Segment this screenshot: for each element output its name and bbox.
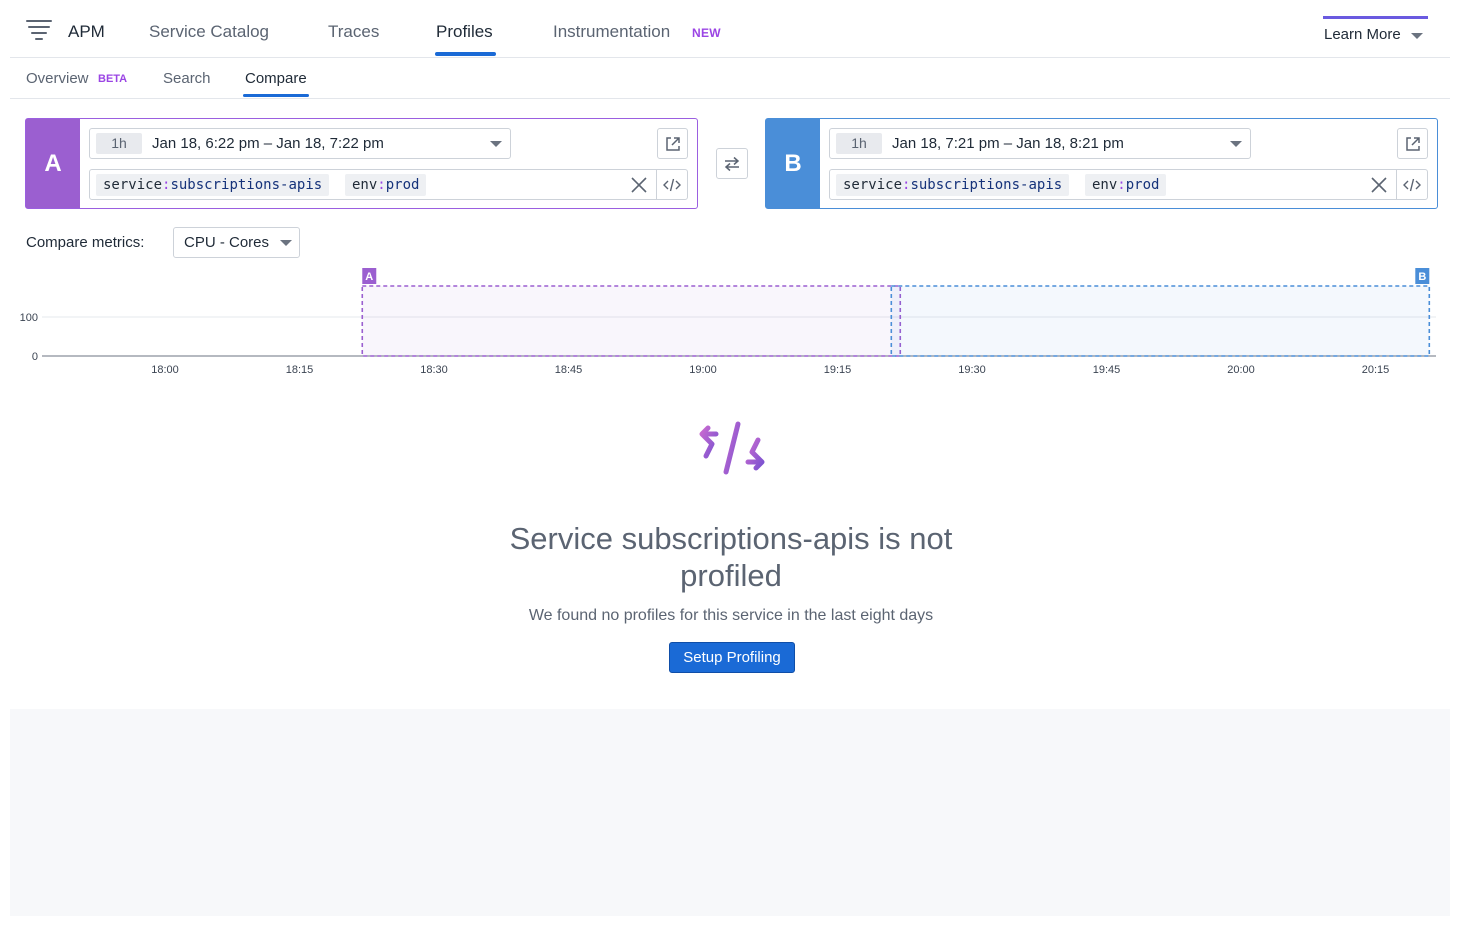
duration-chip: 1h [96, 133, 142, 154]
query-input-b[interactable]: service:subscriptions-apis env:prod [829, 169, 1428, 200]
code-icon [663, 178, 681, 191]
compare-metrics-value: CPU - Cores [184, 234, 270, 251]
code-view-button[interactable] [1397, 170, 1427, 199]
y-tick-label: 100 [20, 312, 38, 324]
selection-label: A [365, 271, 373, 283]
tag-env: env:prod [345, 174, 427, 196]
tag-service: service:subscriptions-apis [836, 174, 1070, 196]
query-a-letter: A [26, 119, 80, 208]
chevron-down-icon [1411, 33, 1423, 39]
time-range-select-b[interactable]: 1h Jan 18, 7:21 pm – Jan 18, 8:21 pm [829, 128, 1251, 159]
empty-content-area [10, 709, 1450, 916]
nav-apm[interactable]: APM [68, 22, 105, 42]
menu-icon[interactable] [26, 20, 52, 42]
x-tick-label: 19:00 [689, 364, 717, 376]
tag-value: prod [385, 177, 420, 193]
tag-sep: : [1117, 177, 1126, 193]
sub-nav: Overview BETA Search Compare [10, 58, 1450, 99]
query-input-a[interactable]: service:subscriptions-apis env:prod [89, 169, 688, 200]
code-view-button[interactable] [657, 170, 687, 199]
x-tick-label: 18:30 [420, 364, 448, 376]
tag-value: prod [1125, 177, 1160, 193]
close-icon[interactable] [1369, 175, 1389, 195]
open-external-button[interactable] [1397, 128, 1428, 159]
x-tick-label: 18:00 [151, 364, 179, 376]
nav-traces[interactable]: Traces [328, 22, 379, 42]
x-tick-label: 19:45 [1093, 364, 1121, 376]
top-nav: APM Service Catalog Traces Profiles Inst… [10, 0, 1450, 58]
timeline-chart[interactable]: 0 100 18:00 18:15 18:30 18:45 19:00 19:15 19:30 1… [0, 260, 1460, 386]
empty-state-subtitle: We found no profiles for this service in… [528, 607, 934, 624]
nav-active-indicator [435, 52, 496, 56]
tag-key: service [103, 177, 163, 193]
external-link-icon [665, 136, 680, 151]
tab-active-indicator [243, 94, 309, 97]
chevron-down-icon [490, 141, 502, 147]
time-range-text: Jan 18, 6:22 pm – Jan 18, 7:22 pm [152, 135, 384, 152]
x-tick-label: 18:45 [555, 364, 583, 376]
tab-compare[interactable]: Compare [245, 70, 307, 87]
beta-badge: BETA [98, 73, 128, 85]
compare-metrics-label: Compare metrics: [26, 234, 145, 251]
x-tick-label: 18:15 [286, 364, 314, 376]
nav-profiles[interactable]: Profiles [436, 22, 493, 42]
learn-more-label: Learn More [1324, 26, 1401, 43]
nav-instrumentation[interactable]: Instrumentation [553, 22, 670, 42]
tag-key: env [352, 177, 378, 193]
query-b-letter: B [766, 119, 820, 208]
compare-metrics-select[interactable]: CPU - Cores [173, 227, 300, 258]
y-tick-label: 0 [32, 351, 38, 363]
tag-key: env [1092, 177, 1118, 193]
swap-button[interactable] [716, 148, 748, 179]
query-panel-b: B 1h Jan 18, 7:21 pm – Jan 18, 8:21 pm s… [765, 118, 1438, 209]
x-tick-label: 19:30 [958, 364, 986, 376]
swap-icon [724, 156, 740, 171]
tab-search[interactable]: Search [163, 70, 211, 87]
tag-value: subscriptions-apis [910, 177, 1063, 193]
x-tick-label: 19:15 [824, 364, 852, 376]
tag-sep: : [377, 177, 386, 193]
query-panel-a: A 1h Jan 18, 6:22 pm – Jan 18, 7:22 pm s… [25, 118, 698, 209]
selection-b [890, 285, 1431, 357]
tag-value: subscriptions-apis [170, 177, 323, 193]
selection-label: B [1418, 271, 1426, 283]
tag-env: env:prod [1085, 174, 1167, 196]
empty-state-title: Service subscriptions-apis is not profil… [509, 521, 953, 593]
duration-chip: 1h [836, 133, 882, 154]
setup-profiling-button[interactable]: Setup Profiling [669, 642, 795, 673]
selection-a [361, 285, 902, 357]
tab-overview[interactable]: Overview [26, 70, 89, 87]
external-link-icon [1405, 136, 1420, 151]
learn-more-dropdown[interactable]: Learn More [1323, 16, 1428, 52]
close-icon[interactable] [629, 175, 649, 195]
nav-service-catalog[interactable]: Service Catalog [149, 22, 269, 42]
time-range-select-a[interactable]: 1h Jan 18, 6:22 pm – Jan 18, 7:22 pm [89, 128, 511, 159]
tag-key: service [843, 177, 903, 193]
tag-service: service:subscriptions-apis [96, 174, 330, 196]
new-badge: NEW [692, 26, 721, 40]
code-icon [1403, 178, 1421, 191]
x-tick-label: 20:15 [1362, 364, 1390, 376]
open-external-button[interactable] [657, 128, 688, 159]
chevron-down-icon [280, 240, 292, 246]
x-tick-label: 20:00 [1227, 364, 1255, 376]
chevron-down-icon [1230, 141, 1242, 147]
time-range-text: Jan 18, 7:21 pm – Jan 18, 8:21 pm [892, 135, 1124, 152]
code-compare-icon [699, 421, 765, 475]
